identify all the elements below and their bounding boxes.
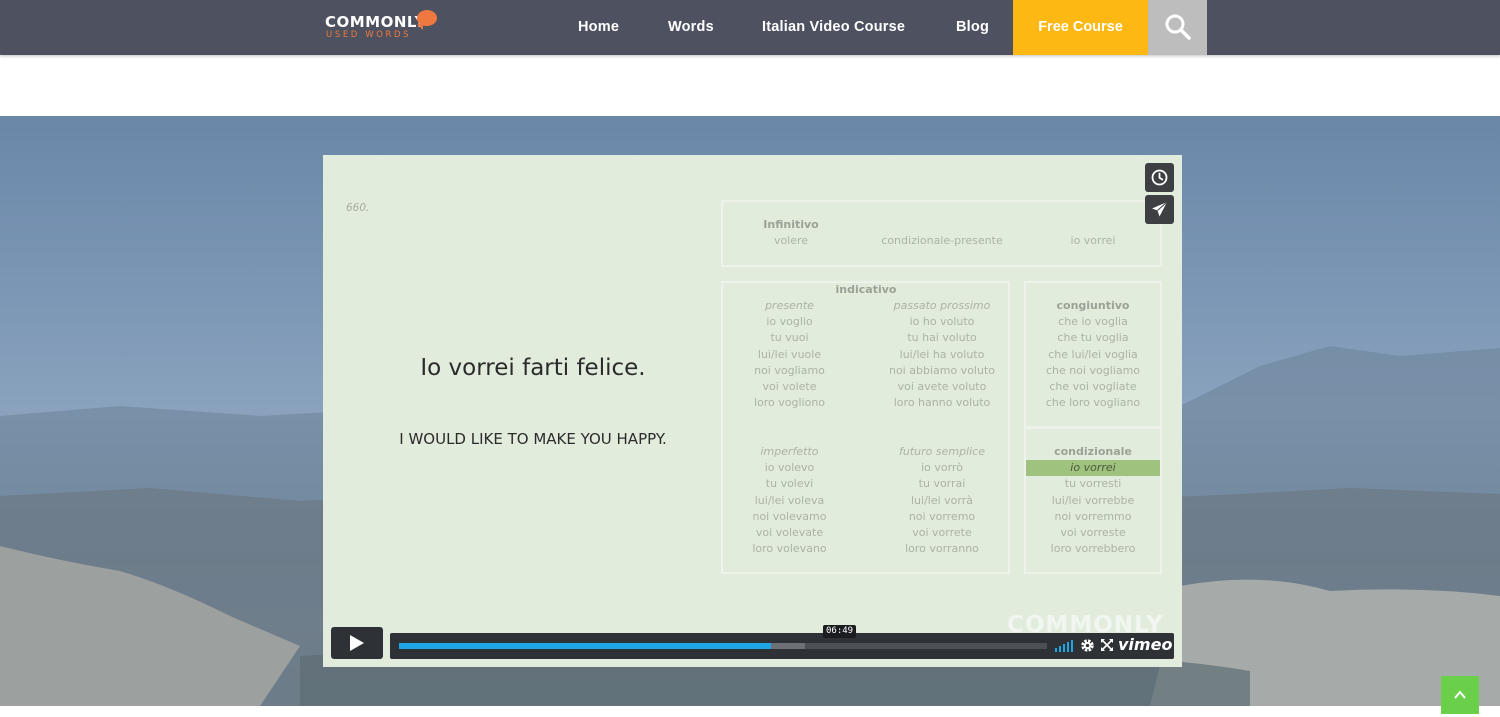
- indicativo-label: indicativo: [835, 283, 897, 296]
- conjugation-form: lui/lei voleva: [754, 493, 825, 507]
- infinitive-verb: volere: [773, 234, 809, 248]
- play-button[interactable]: [331, 627, 383, 659]
- nav-link-italian-video-course[interactable]: Italian Video Course: [762, 0, 905, 55]
- tense-column: condizionale-presente: [867, 233, 1017, 249]
- conjugation-form: noi vogliamo: [754, 363, 825, 377]
- conjugation-form: noi abbiamo voluto: [888, 363, 995, 377]
- english-translation: I WOULD LIKE TO MAKE YOU HAPPY.: [399, 430, 667, 448]
- progress-track[interactable]: [399, 643, 1047, 649]
- presente-column: presente io voglio tu vuoi lui/lei vuole…: [728, 298, 851, 411]
- conjugation-form: loro vorranno: [905, 542, 979, 556]
- watch-later-button[interactable]: [1145, 163, 1174, 192]
- presente-label: presente: [765, 299, 814, 312]
- play-icon: [350, 635, 364, 651]
- imperfetto-column: imperfetto io volevo tu volevi lui/lei v…: [728, 444, 851, 557]
- played-bar: [399, 643, 771, 649]
- paper-plane-icon: [1152, 201, 1168, 217]
- conjugation-form: loro vogliono: [753, 396, 826, 410]
- lesson-number: 660.: [346, 202, 370, 214]
- gear-icon[interactable]: [1080, 638, 1095, 653]
- speech-bubble-icon: [417, 10, 437, 30]
- infinitive-label: Infinitivo: [763, 218, 819, 231]
- conjugation-form: tu volevi: [765, 477, 814, 491]
- clock-icon: [1151, 169, 1168, 186]
- conjugation-form: tu vorresti: [1064, 477, 1122, 491]
- indicativo-heading: indicativo: [816, 282, 916, 298]
- conjugation-form: noi vorremmo: [1054, 509, 1132, 523]
- logo-tagline: USED WORDS: [326, 30, 412, 40]
- conjugation-form: voi vorrete: [912, 525, 972, 539]
- conjugation-form: che tu voglia: [1057, 331, 1129, 345]
- conjugation-form: lui/lei vorrebbe: [1051, 493, 1135, 507]
- conjugation-form: lui/lei vorrà: [911, 493, 973, 507]
- conjugation-form: io ho voluto: [909, 315, 975, 329]
- conjugation-form: tu hai voluto: [907, 331, 977, 345]
- form-column: io vorrei: [1043, 233, 1143, 249]
- search-button[interactable]: [1148, 0, 1207, 55]
- conjugation-form: voi vorreste: [1060, 525, 1126, 539]
- share-button[interactable]: [1145, 195, 1174, 224]
- fullscreen-icon[interactable]: [1101, 639, 1113, 651]
- conjugation-form: voi volete: [762, 379, 817, 393]
- conjugation-form: lui/lei ha voluto: [899, 347, 985, 361]
- highlighted-form: io vorrei: [1026, 460, 1160, 477]
- conjugation-form: lui/lei vuole: [757, 347, 822, 361]
- italian-sentence: Io vorrei farti felice.: [420, 355, 646, 381]
- condizionale-column: condizionale io vorrei tu vorresti lui/l…: [1026, 444, 1160, 557]
- conjugation-form: che voi vogliate: [1049, 379, 1137, 393]
- conjugation-form: noi vorremo: [908, 509, 976, 523]
- conjugation-form: che io voglia: [1058, 315, 1128, 329]
- congiuntivo-column: congiuntivo che io voglia che tu voglia …: [1026, 298, 1160, 411]
- conjugation-form: loro vorrebbero: [1050, 542, 1136, 556]
- conjugation-form: tu vorrai: [918, 477, 966, 491]
- back-to-top-button[interactable]: [1441, 676, 1479, 714]
- video-player[interactable]: 660. Io vorrei farti felice. I WOULD LIK…: [323, 155, 1182, 667]
- passato-prossimo-label: passato prossimo: [893, 299, 991, 312]
- current-time: 06:49: [823, 625, 857, 638]
- volume-icon[interactable]: [1055, 640, 1073, 652]
- nav-link-words[interactable]: Words: [668, 0, 714, 55]
- congiuntivo-label: congiuntivo: [1056, 299, 1130, 312]
- nav-link-home[interactable]: Home: [578, 0, 619, 55]
- nav-link-blog[interactable]: Blog: [956, 0, 989, 55]
- site-logo[interactable]: COMMONLY USED WORDS: [325, 10, 440, 42]
- conjugation-form: voi avete voluto: [897, 379, 987, 393]
- infinitive-column: Infinitivo volere: [741, 217, 841, 249]
- conjugation-form: loro hanno voluto: [893, 396, 991, 410]
- conjugation-form: io volevo: [764, 461, 815, 475]
- futuro-semplice-column: futuro semplice io vorrò tu vorrai lui/l…: [872, 444, 1012, 557]
- chevron-up-icon: [1454, 690, 1466, 699]
- condizionale-label: condizionale: [1054, 445, 1132, 458]
- conjugation-form: io voglio: [766, 315, 813, 329]
- conjugation-form: noi volevamo: [752, 509, 827, 523]
- tense-name: condizionale-presente: [881, 234, 1003, 247]
- conjugation-form: loro volevano: [752, 542, 827, 556]
- tense-form: io vorrei: [1070, 234, 1116, 247]
- free-course-button[interactable]: Free Course: [1013, 0, 1148, 55]
- conjugation-form: tu vuoi: [770, 331, 809, 345]
- top-navigation-bar: COMMONLY USED WORDS Home Words Italian V…: [0, 0, 1500, 55]
- conjugation-form: voi volevate: [755, 525, 824, 539]
- conjugation-form: che noi vogliamo: [1045, 363, 1141, 377]
- conjugation-form: che lui/lei voglia: [1048, 347, 1138, 361]
- futuro-semplice-label: futuro semplice: [898, 445, 985, 458]
- logo-text: COMMONLY: [325, 13, 427, 31]
- imperfetto-label: imperfetto: [760, 445, 819, 458]
- vimeo-logo[interactable]: vimeo: [1118, 635, 1172, 654]
- conjugation-form: che loro vogliano: [1045, 396, 1141, 410]
- search-icon: [1165, 14, 1191, 40]
- player-control-bar: 06:49 vimeo: [390, 625, 1174, 659]
- passato-prossimo-column: passato prossimo io ho voluto tu hai vol…: [872, 298, 1012, 411]
- conjugation-form: io vorrò: [921, 461, 963, 475]
